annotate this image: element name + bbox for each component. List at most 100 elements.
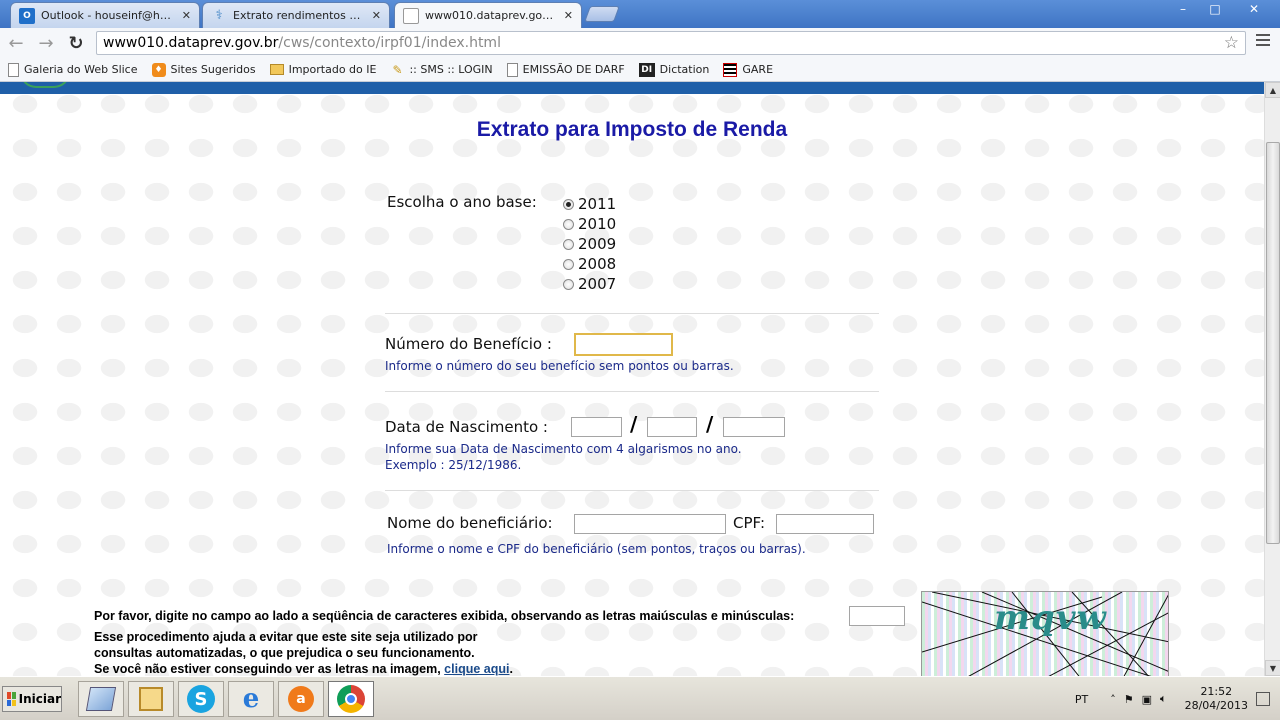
- captcha-text-line: consultas automatizadas, o que prejudica…: [94, 646, 475, 660]
- chrome-icon: [337, 685, 365, 713]
- bookmark-gare[interactable]: GARE: [723, 62, 774, 77]
- forward-button[interactable]: →: [32, 29, 60, 57]
- captcha-input[interactable]: [849, 606, 905, 626]
- nome-input[interactable]: [574, 514, 726, 534]
- dia-input[interactable]: [571, 417, 622, 437]
- folder-icon: [269, 64, 284, 75]
- clock[interactable]: 21:52 28/04/2013: [1185, 685, 1248, 713]
- ano-input[interactable]: [723, 417, 785, 437]
- radio-button[interactable]: [563, 238, 574, 250]
- action-center-icon[interactable]: ⚑: [1124, 693, 1134, 706]
- maximize-button[interactable]: □: [1200, 0, 1230, 18]
- mes-input[interactable]: [647, 417, 697, 437]
- radio-2007[interactable]: 2007: [563, 275, 616, 293]
- beneficio-label: Número do Benefício :: [385, 335, 552, 353]
- page-icon: [8, 62, 19, 77]
- close-icon[interactable]: ✕: [182, 9, 191, 22]
- taskbar: Iniciar S e a PT ˄ ⚑ ▣ 🔈︎ 21:52 28/04/20…: [0, 676, 1280, 720]
- suggested-sites-icon: ♦: [151, 62, 166, 77]
- tab-dataprev[interactable]: www010.dataprev.gov.br/cw ✕: [394, 2, 582, 28]
- nascimento-label: Data de Nascimento :: [385, 418, 548, 436]
- captcha-word: mqvw: [994, 598, 1107, 638]
- radio-label: 2009: [578, 235, 617, 253]
- site-header-bar: [0, 82, 1264, 94]
- radio-2011[interactable]: 2011: [563, 195, 616, 213]
- internet-explorer-icon: e: [242, 684, 260, 714]
- url-host: www010.dataprev.gov.br: [103, 35, 279, 51]
- radio-button[interactable]: [563, 198, 574, 210]
- cpf-label: CPF:: [733, 514, 766, 532]
- back-button[interactable]: ←: [2, 29, 30, 57]
- bookmark-star-icon[interactable]: ☆: [1224, 33, 1239, 53]
- taskbar-app-notepad[interactable]: [78, 681, 124, 717]
- bookmark-label: Dictation: [659, 63, 710, 76]
- radio-label: 2010: [578, 215, 617, 233]
- minimize-button[interactable]: –: [1168, 0, 1198, 18]
- taskbar-app-avast[interactable]: a: [278, 681, 324, 717]
- menu-icon[interactable]: [1256, 34, 1270, 52]
- date-separator: /: [630, 412, 638, 436]
- new-tab-button[interactable]: [584, 6, 620, 22]
- vertical-scrollbar[interactable]: ▲ ▼: [1264, 82, 1280, 676]
- caduceus-icon: ⚕: [215, 8, 223, 23]
- notepad-icon: [85, 687, 117, 711]
- power-icon[interactable]: ▣: [1142, 693, 1152, 706]
- clock-date: 28/04/2013: [1184, 699, 1248, 712]
- tab-title: www010.dataprev.gov.br/cw: [425, 9, 558, 22]
- scroll-up-button[interactable]: ▲: [1265, 82, 1280, 98]
- captcha-instruction: Por favor, digite no campo ao lado a seq…: [94, 609, 795, 623]
- chevron-up-icon[interactable]: ˄: [1110, 693, 1116, 706]
- bookmark-label: Galeria do Web Slice: [24, 63, 138, 76]
- divider: [385, 490, 879, 491]
- close-window-button[interactable]: ✕: [1232, 0, 1276, 18]
- arrow-left-icon: ←: [8, 32, 24, 54]
- taskbar-app-skype[interactable]: S: [178, 681, 224, 717]
- clock-time: 21:52: [1200, 685, 1233, 698]
- reload-button[interactable]: ↻: [62, 29, 90, 57]
- bookmark-sites-sugeridos[interactable]: ♦ Sites Sugeridos: [151, 62, 256, 77]
- beneficio-input[interactable]: [574, 333, 673, 356]
- captcha-text-line: Esse procedimento ajuda a evitar que est…: [94, 630, 478, 644]
- taskbar-app-ie[interactable]: e: [228, 681, 274, 717]
- close-icon[interactable]: ✕: [372, 9, 381, 22]
- radio-label: 2011: [578, 195, 617, 213]
- page-icon: [403, 7, 419, 24]
- tab-title: Extrato rendimentos 2012 IN: [233, 9, 366, 22]
- url-path: /cws/contexto/irpf01/index.html: [278, 35, 501, 51]
- close-icon[interactable]: ✕: [564, 9, 573, 22]
- bookmark-dictation[interactable]: DI Dictation: [638, 62, 710, 77]
- radio-2008[interactable]: 2008: [563, 255, 616, 273]
- tab-strip: O Outlook - houseinf@hotmail. ✕ ⚕ Extrat…: [0, 0, 1280, 28]
- taskbar-app-scheduler[interactable]: [128, 681, 174, 717]
- radio-button[interactable]: [563, 218, 574, 230]
- radio-2010[interactable]: 2010: [563, 215, 616, 233]
- divider: [385, 391, 879, 392]
- tab-title: Outlook - houseinf@hotmail.: [41, 9, 176, 22]
- radio-2009[interactable]: 2009: [563, 235, 616, 253]
- start-button[interactable]: Iniciar: [2, 686, 62, 712]
- bookmark-label: :: SMS :: LOGIN: [409, 63, 493, 76]
- tab-outlook[interactable]: O Outlook - houseinf@hotmail. ✕: [10, 2, 200, 28]
- bookmark-label: Sites Sugeridos: [170, 63, 256, 76]
- captcha-help-text: Se você não estiver conseguindo ver as l…: [94, 662, 441, 676]
- cpf-input[interactable]: [776, 514, 874, 534]
- taskbar-app-chrome[interactable]: [328, 681, 374, 717]
- captcha-help-link[interactable]: clique aqui: [444, 662, 509, 676]
- language-indicator[interactable]: PT: [1075, 693, 1088, 706]
- bookmark-galeria[interactable]: Galeria do Web Slice: [8, 62, 138, 77]
- avast-icon: a: [288, 686, 314, 712]
- window-controls: – □ ✕: [1168, 0, 1276, 18]
- scroll-down-button[interactable]: ▼: [1265, 660, 1280, 676]
- volume-icon[interactable]: 🔈︎: [1160, 692, 1167, 706]
- address-bar[interactable]: www010.dataprev.gov.br/cws/contexto/irpf…: [96, 31, 1246, 55]
- tab-extrato[interactable]: ⚕ Extrato rendimentos 2012 IN ✕: [202, 2, 390, 28]
- scroll-thumb[interactable]: [1266, 142, 1280, 544]
- ano-base-label: Escolha o ano base:: [387, 193, 537, 211]
- bookmark-sms-login[interactable]: ✎ :: SMS :: LOGIN: [390, 63, 492, 77]
- bookmark-label: GARE: [742, 63, 774, 76]
- bookmark-importado-ie[interactable]: Importado do IE: [269, 63, 376, 76]
- show-desktop-icon[interactable]: [1256, 692, 1270, 706]
- radio-button[interactable]: [563, 258, 574, 270]
- bookmark-darf[interactable]: EMISSÃO DE DARF: [506, 62, 625, 77]
- radio-button[interactable]: [563, 278, 574, 290]
